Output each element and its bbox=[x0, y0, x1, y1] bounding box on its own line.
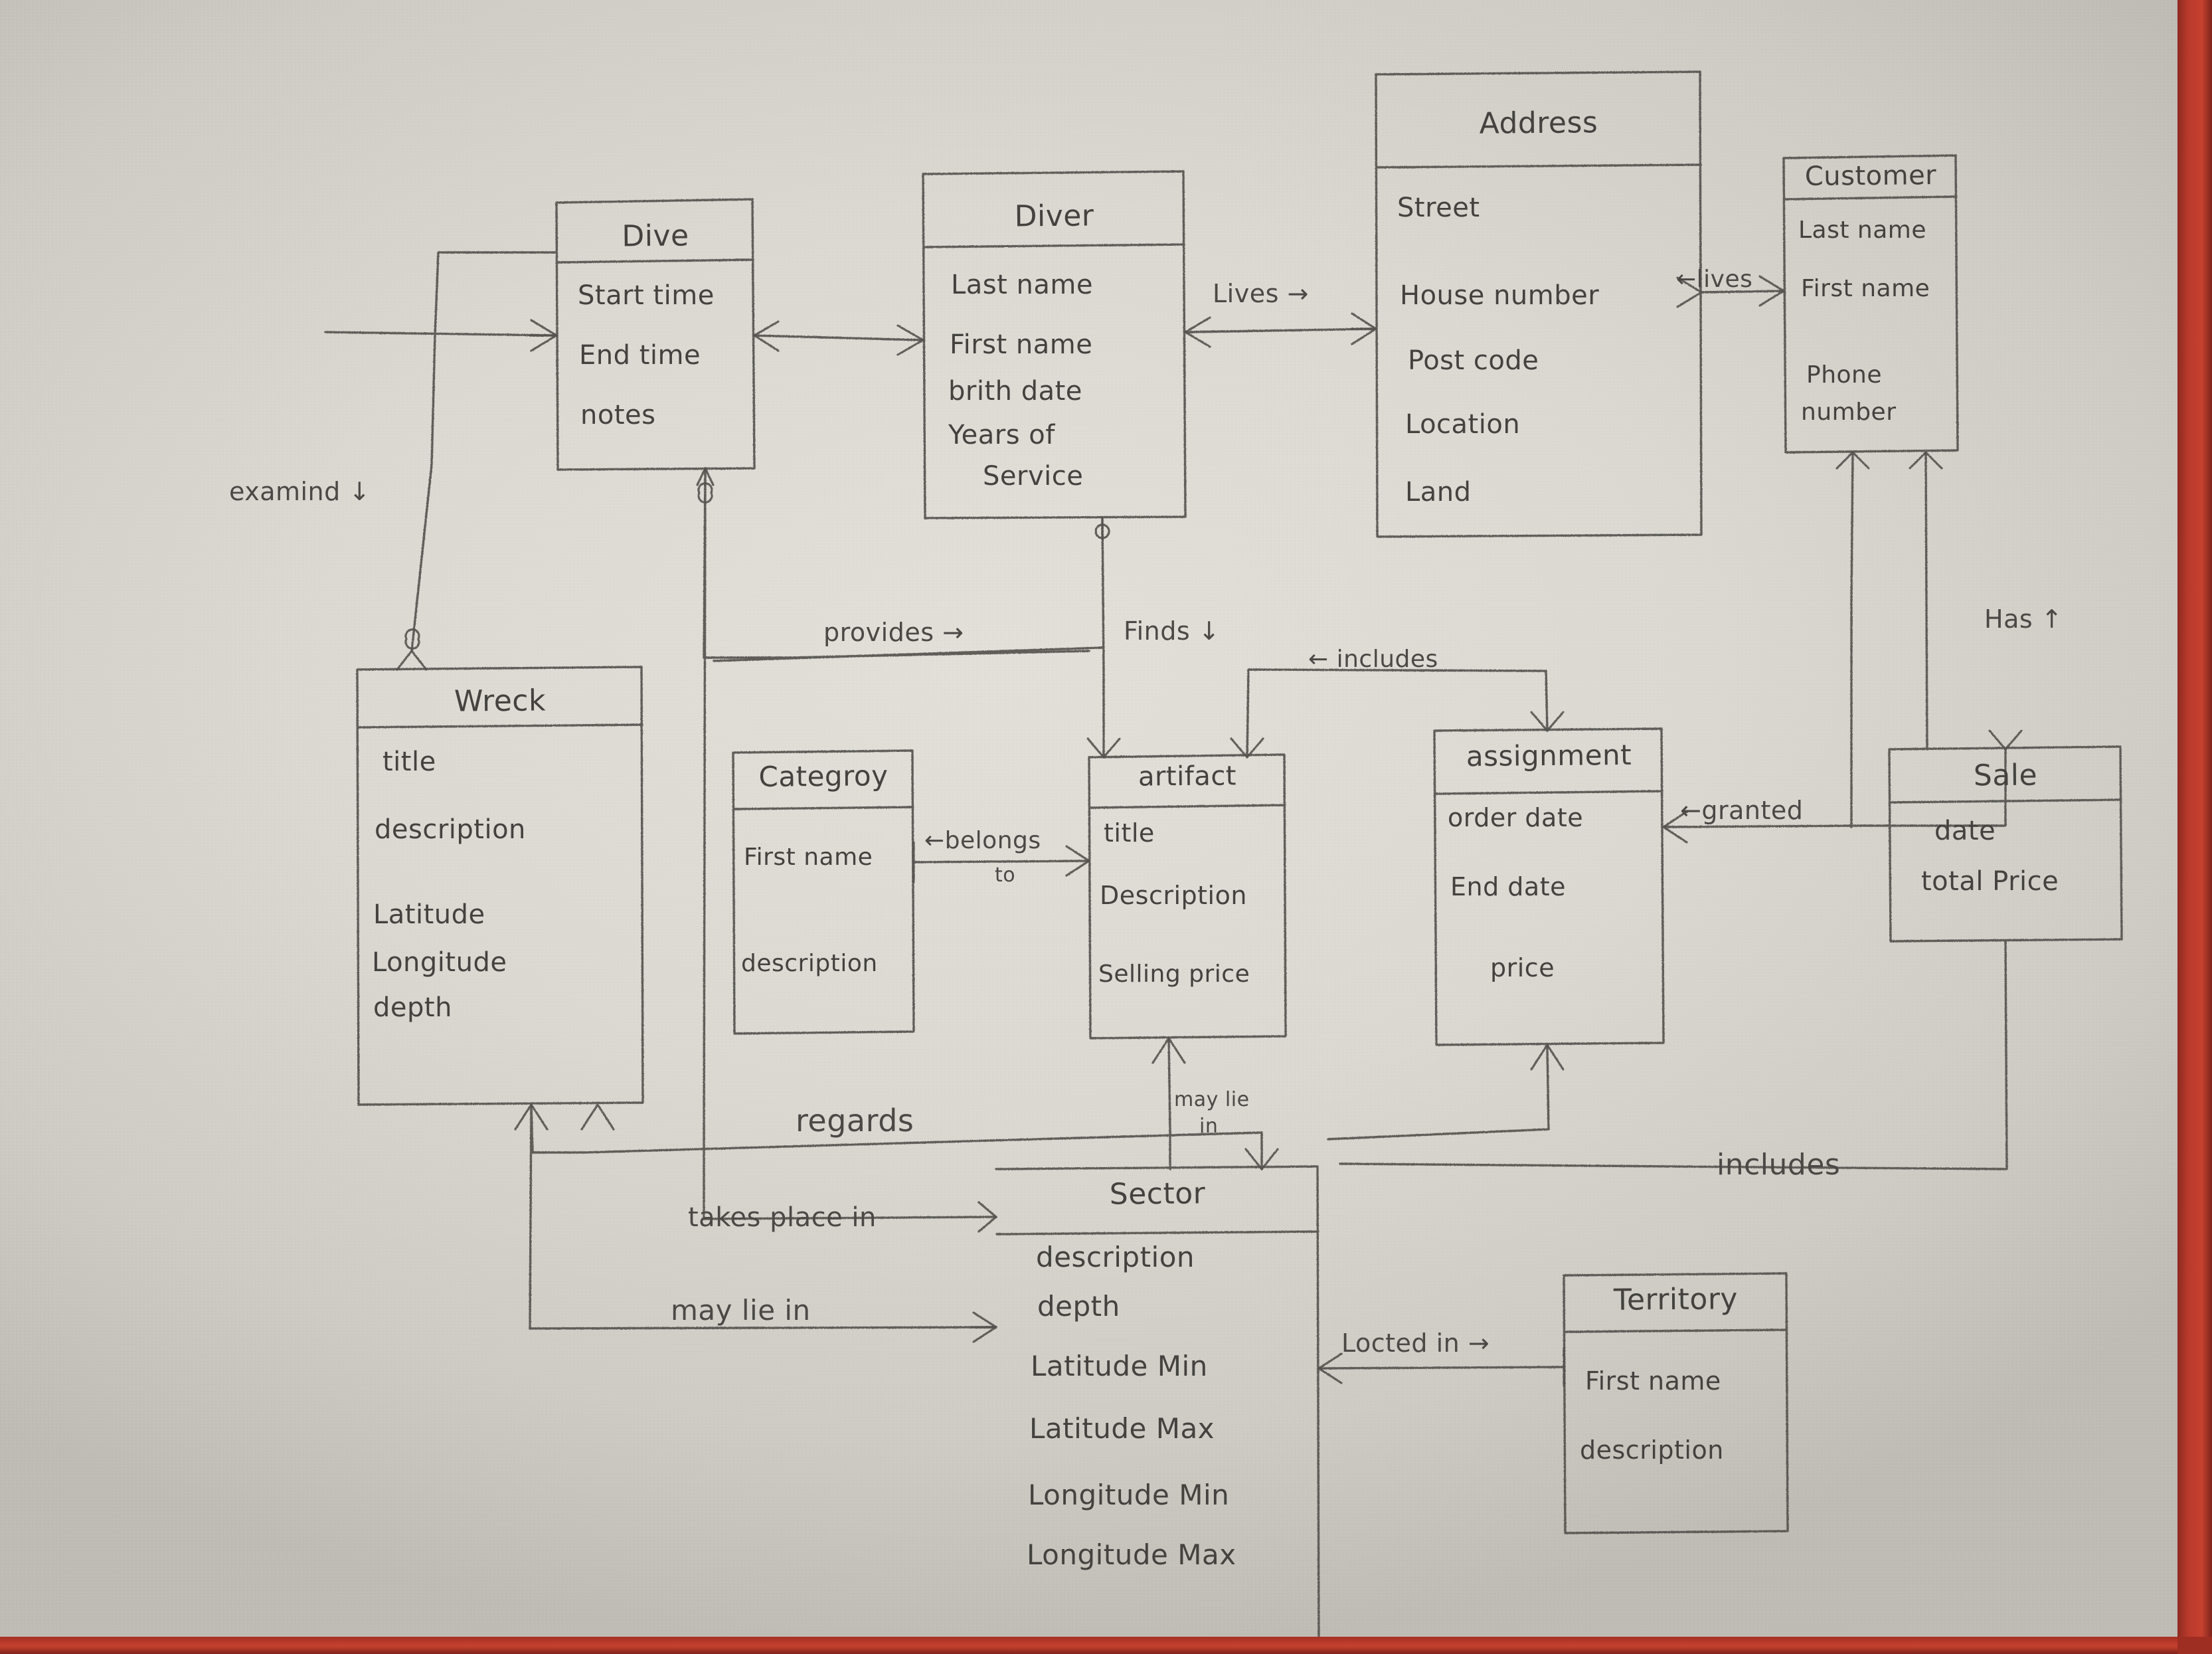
attribute: depth bbox=[373, 992, 452, 1023]
attribute: First name bbox=[744, 844, 873, 871]
attribute: description bbox=[1036, 1241, 1195, 1273]
relationship-label-takes-place-in: takes place in bbox=[688, 1202, 877, 1233]
relationship-label-includes-top: ← includes bbox=[1308, 646, 1438, 673]
entity-sector[interactable]: Sector description depth Latitude Min La… bbox=[996, 1166, 1319, 1654]
entity-title: Customer bbox=[1804, 160, 1937, 192]
attribute: End time bbox=[579, 340, 701, 371]
attribute: order date bbox=[1448, 803, 1584, 832]
attribute: Latitude Max bbox=[1029, 1412, 1215, 1445]
entity-title: Address bbox=[1479, 106, 1598, 141]
attribute: Latitude bbox=[373, 899, 485, 930]
entity-title: assignment bbox=[1466, 738, 1632, 773]
entity-diver[interactable]: Diver Last name First name brith date Ye… bbox=[923, 171, 1185, 518]
relationship-label-located-in: Locted in → bbox=[1341, 1329, 1490, 1358]
attribute: Longitude Min bbox=[1028, 1479, 1230, 1511]
relationship-label-has: Has ↑ bbox=[1984, 604, 2063, 634]
relationship-label-lives: Lives → bbox=[1213, 279, 1309, 308]
attribute: price bbox=[1490, 953, 1555, 982]
relationship-label-may-lie-in-art-2: in bbox=[1199, 1115, 1219, 1138]
entity-sale[interactable]: Sale date total Price bbox=[1889, 747, 2122, 941]
attribute: notes bbox=[580, 400, 656, 430]
attribute: title bbox=[1104, 818, 1155, 848]
entity-customer[interactable]: Customer Last name First name Phone numb… bbox=[1784, 155, 1958, 452]
entity-title: artifact bbox=[1138, 761, 1237, 792]
relationship-label-provides: provides → bbox=[823, 618, 964, 647]
entity-title: Dive bbox=[622, 219, 689, 254]
attribute: description bbox=[1580, 1435, 1724, 1465]
relationship-label-includes-bot: includes bbox=[1717, 1148, 1841, 1182]
entity-title: Territory bbox=[1613, 1282, 1739, 1317]
relationship-label-granted: ←granted bbox=[1680, 796, 1804, 825]
relationship-label-may-lie-in: may lie in bbox=[671, 1294, 811, 1327]
desk-edge-right bbox=[2177, 0, 2212, 1654]
attribute: First name bbox=[950, 329, 1093, 360]
entity-title: Wreck bbox=[454, 684, 547, 719]
attribute: number bbox=[1801, 399, 1897, 426]
desk-edge-corner bbox=[2177, 1637, 2212, 1654]
entity-title: Sale bbox=[1973, 758, 2038, 793]
attribute: House number bbox=[1400, 280, 1600, 311]
entity-title: Categroy bbox=[758, 759, 889, 793]
attribute: Last name bbox=[951, 270, 1093, 300]
attribute: Street bbox=[1397, 193, 1480, 223]
entity-category[interactable]: Categroy First name description bbox=[733, 751, 914, 1034]
entity-assignment[interactable]: assignment order date End date price bbox=[1434, 729, 1663, 1045]
attribute: Description bbox=[1100, 881, 1247, 910]
entity-title: Diver bbox=[1014, 199, 1094, 234]
attribute: depth bbox=[1037, 1290, 1120, 1323]
attribute: Service bbox=[983, 461, 1084, 492]
attribute: Post code bbox=[1408, 345, 1539, 376]
attribute: Years of bbox=[948, 420, 1055, 450]
relationship-label-may-lie-in-art: may lie bbox=[1174, 1088, 1250, 1111]
entity-address[interactable]: Address Street House number Post code Lo… bbox=[1376, 72, 1701, 537]
relationship-label-belongs-to-2: to bbox=[995, 864, 1016, 887]
attribute: Location bbox=[1405, 409, 1521, 440]
entity-territory[interactable]: Territory First name description bbox=[1564, 1273, 1788, 1533]
entity-dive[interactable]: Dive Start time End time notes bbox=[556, 199, 754, 470]
relationship-label-lives2: ←lives bbox=[1676, 266, 1753, 293]
entity-artifact[interactable]: artifact title Description Selling price bbox=[1089, 755, 1286, 1038]
attribute: Selling price bbox=[1098, 961, 1250, 988]
attribute: Latitude Min bbox=[1031, 1350, 1208, 1382]
attribute: Start time bbox=[578, 280, 715, 311]
attribute: Phone bbox=[1806, 361, 1883, 389]
desk-edge-bottom bbox=[0, 1637, 2212, 1654]
relationship-label-regards: regards bbox=[796, 1103, 914, 1139]
attribute: Land bbox=[1405, 477, 1472, 507]
attribute: Longitude Max bbox=[1027, 1538, 1236, 1571]
entity-wreck[interactable]: Wreck title description Latitude Longitu… bbox=[357, 667, 643, 1105]
attribute: total Price bbox=[1921, 866, 2059, 897]
attribute: End date bbox=[1450, 872, 1566, 901]
attribute: date bbox=[1934, 816, 1996, 846]
relationship-label-finds: Finds ↓ bbox=[1124, 616, 1221, 646]
attribute: description bbox=[375, 814, 526, 845]
attribute: brith date bbox=[948, 376, 1082, 407]
attribute: title bbox=[383, 747, 436, 777]
attribute: description bbox=[741, 950, 878, 977]
attribute: First name bbox=[1585, 1366, 1721, 1396]
entity-title: Sector bbox=[1109, 1176, 1206, 1212]
attribute: First name bbox=[1801, 275, 1930, 302]
attribute: Longitude bbox=[372, 947, 507, 978]
relationship-label-examind: examind ↓ bbox=[229, 477, 371, 506]
relationship-label-belongs-to: ←belongs bbox=[924, 827, 1041, 854]
attribute: Last name bbox=[1798, 217, 1927, 244]
